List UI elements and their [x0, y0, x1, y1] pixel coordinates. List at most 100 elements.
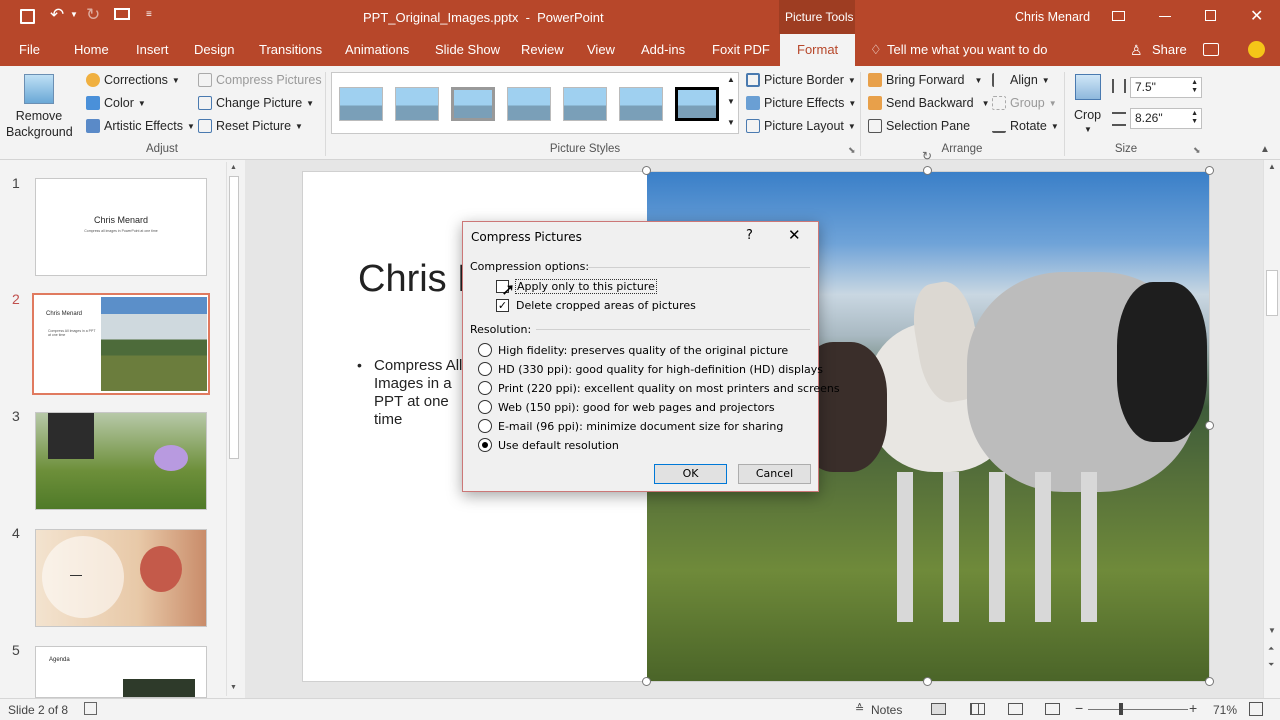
dialog-launcher-icon[interactable]: ⬊ — [1193, 145, 1201, 156]
fit-to-window-icon[interactable] — [1249, 702, 1263, 716]
share-button[interactable]: Share — [1152, 42, 1187, 57]
width-input[interactable]: 8.26" ▲ ▼ — [1130, 108, 1202, 129]
ribbon-display-icon[interactable] — [1112, 11, 1125, 21]
user-name[interactable]: Chris Menard — [1015, 10, 1090, 24]
zoom-out-icon[interactable]: − — [1075, 700, 1083, 716]
thumbnails-scrollbar[interactable]: ▲ ▼ — [226, 162, 240, 696]
slide-sorter-icon[interactable] — [970, 703, 985, 715]
normal-view-icon[interactable] — [931, 703, 946, 715]
crop-button[interactable]: Crop ▼ — [1070, 72, 1106, 140]
slide-thumbnail-3[interactable] — [35, 412, 207, 510]
comments-icon[interactable] — [1203, 43, 1219, 56]
picture-layout-button[interactable]: Picture Layout ▼ — [746, 119, 856, 133]
radio-label[interactable]: High fidelity: preserves quality of the … — [498, 344, 788, 357]
scroll-down-icon[interactable]: ▼ — [230, 684, 237, 691]
slide-bullet-text[interactable]: Compress All Images in a PPT at one time — [374, 357, 474, 429]
tab-insert[interactable]: Insert — [136, 42, 169, 57]
zoom-in-icon[interactable]: + — [1189, 700, 1197, 716]
style-thumbnail[interactable] — [395, 87, 439, 121]
resize-handle[interactable] — [1205, 421, 1214, 430]
compress-pictures-button[interactable]: Compress Pictures — [198, 73, 322, 87]
slideshow-icon[interactable] — [1045, 703, 1060, 715]
tab-foxit-pdf[interactable]: Foxit PDF — [712, 42, 770, 57]
picture-styles-gallery[interactable]: ▲ ▼ ▼ — [331, 72, 739, 134]
slide-thumbnail-5[interactable]: Agenda — [35, 646, 207, 698]
notes-button[interactable]: Notes — [871, 703, 902, 717]
maximize-icon[interactable] — [1205, 10, 1216, 21]
tab-slide-show[interactable]: Slide Show — [435, 42, 500, 57]
tab-home[interactable]: Home — [74, 42, 109, 57]
radio-label[interactable]: Print (220 ppi): excellent quality on mo… — [498, 382, 840, 395]
gallery-scroll-down-icon[interactable]: ▼ — [727, 97, 735, 106]
slide-thumbnail-2[interactable]: Chris Menard Compress All Images in a PP… — [32, 293, 210, 395]
gallery-scroll-up-icon[interactable]: ▲ — [727, 75, 735, 84]
radio-label[interactable]: E-mail (96 ppi): minimize document size … — [498, 420, 783, 433]
radio-hd[interactable] — [478, 362, 492, 376]
picture-effects-button[interactable]: Picture Effects ▼ — [746, 96, 856, 110]
tab-format[interactable]: Format — [797, 42, 838, 57]
dialog-launcher-icon[interactable]: ⬊ — [848, 145, 856, 156]
scroll-down-icon[interactable]: ▼ — [1268, 626, 1276, 635]
style-thumbnail[interactable] — [563, 87, 607, 121]
radio-high-fidelity[interactable] — [478, 343, 492, 357]
radio-default-resolution[interactable] — [478, 438, 492, 452]
resize-handle[interactable] — [923, 677, 932, 686]
align-button[interactable]: Align ▼ — [992, 73, 1050, 87]
tell-me-search[interactable]: Tell me what you want to do — [887, 42, 1047, 57]
dialog-close-icon[interactable]: ✕ — [788, 226, 801, 244]
resize-handle[interactable] — [642, 166, 651, 175]
tab-animations[interactable]: Animations — [345, 42, 409, 57]
resize-handle[interactable] — [1205, 677, 1214, 686]
spinner-icon[interactable]: ▲ ▼ — [1191, 110, 1198, 126]
resize-handle[interactable] — [642, 677, 651, 686]
scroll-thumb[interactable] — [1266, 270, 1278, 316]
style-thumbnail[interactable] — [339, 87, 383, 121]
spell-check-icon[interactable] — [84, 702, 97, 715]
radio-label[interactable]: HD (330 ppi): good quality for high-defi… — [498, 363, 823, 376]
style-thumbnail[interactable] — [619, 87, 663, 121]
radio-label[interactable]: Web (150 ppi): good for web pages and pr… — [498, 401, 775, 414]
resize-handle[interactable] — [1205, 166, 1214, 175]
tab-view[interactable]: View — [587, 42, 615, 57]
save-icon[interactable] — [20, 9, 35, 24]
zoom-slider-thumb[interactable] — [1119, 703, 1123, 715]
previous-slide-icon[interactable]: ⏶ — [1268, 644, 1274, 654]
tab-add-ins[interactable]: Add-ins — [641, 42, 685, 57]
radio-label[interactable]: Use default resolution — [498, 439, 619, 452]
smiley-icon[interactable] — [1248, 41, 1265, 58]
delete-cropped-label[interactable]: Delete cropped areas of pictures — [516, 299, 696, 312]
help-button[interactable]: ? — [746, 228, 753, 243]
selection-pane-button[interactable]: Selection Pane — [868, 119, 970, 133]
picture-border-button[interactable]: Picture Border ▼ — [746, 73, 856, 87]
corrections-button[interactable]: Corrections ▼ — [86, 73, 180, 87]
color-button[interactable]: Color ▼ — [86, 96, 146, 110]
artistic-effects-button[interactable]: Artistic Effects ▼ — [86, 119, 195, 133]
resize-handle[interactable] — [923, 166, 932, 175]
spinner-icon[interactable]: ▲ ▼ — [1191, 79, 1198, 95]
minimize-icon[interactable] — [1159, 16, 1171, 17]
slide-thumbnail-1[interactable]: Chris Menard Compress all images in Powe… — [35, 178, 207, 276]
cancel-button[interactable]: Cancel — [738, 464, 811, 484]
close-icon[interactable]: ✕ — [1250, 6, 1263, 26]
zoom-level[interactable]: 71% — [1213, 703, 1237, 717]
customize-qat-icon[interactable]: ≡ — [146, 9, 152, 20]
scroll-up-icon[interactable]: ▲ — [230, 164, 237, 171]
ok-button[interactable]: OK — [654, 464, 727, 484]
next-slide-icon[interactable]: ⏷ — [1268, 660, 1274, 670]
undo-dropdown-icon[interactable]: ▼ — [70, 10, 78, 19]
change-picture-button[interactable]: Change Picture ▼ — [198, 96, 314, 110]
redo-icon[interactable]: ↻ — [86, 5, 100, 25]
send-backward-button[interactable]: Send Backward ▼ — [868, 96, 989, 110]
radio-print[interactable] — [478, 381, 492, 395]
group-button[interactable]: Group ▼ — [992, 96, 1057, 110]
collapse-ribbon-icon[interactable]: ▲ — [1260, 144, 1270, 155]
tab-review[interactable]: Review — [521, 42, 564, 57]
delete-cropped-checkbox[interactable]: ✓ — [496, 299, 509, 312]
radio-email[interactable] — [478, 419, 492, 433]
present-icon[interactable] — [114, 8, 130, 20]
gallery-more-icon[interactable]: ▼ — [727, 118, 735, 127]
tab-transitions[interactable]: Transitions — [259, 42, 322, 57]
reset-picture-button[interactable]: Reset Picture ▼ — [198, 119, 303, 133]
style-thumbnail[interactable] — [451, 87, 495, 121]
scroll-thumb[interactable] — [229, 176, 239, 459]
